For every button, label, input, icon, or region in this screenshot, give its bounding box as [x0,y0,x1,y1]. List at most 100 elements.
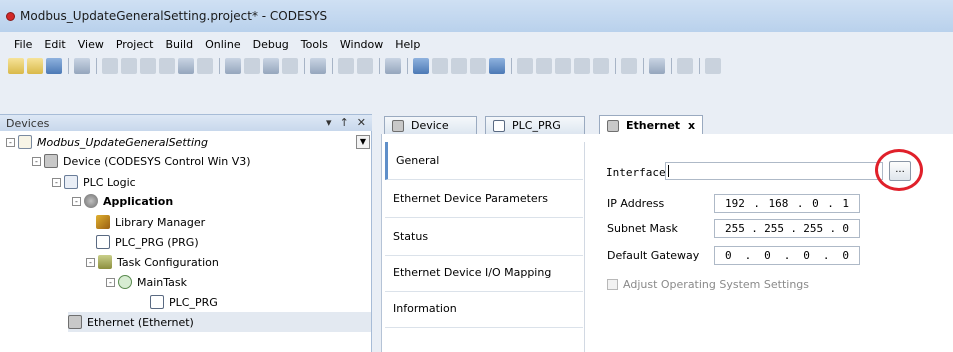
tab-ethernet[interactable]: Ethernet x [599,115,703,135]
collapse-icon[interactable]: - [72,196,81,206]
undo-icon[interactable] [102,58,118,74]
step-over-icon[interactable] [517,58,533,74]
find-icon[interactable] [225,58,241,74]
menu-tools[interactable]: Tools [295,38,334,51]
collapse-icon[interactable]: - [6,137,15,147]
menu-file[interactable]: File [8,38,38,51]
tree-item-library-manager[interactable]: Library Manager [96,212,205,232]
ip-address-field[interactable]: 192. 168. 0. 1 [714,194,860,213]
toolbar-separator [332,58,333,74]
tree-item-application[interactable]: - Application [72,191,173,211]
ip-dot: . [827,197,834,210]
delete-icon[interactable] [197,58,213,74]
step-out-icon[interactable] [555,58,571,74]
side-tab-ethernet-device-parameters[interactable]: Ethernet Device Parameters [385,180,583,218]
collapse-icon[interactable]: - [52,177,61,187]
device-icon [607,119,619,132]
tree-item-plc-logic[interactable]: - PLC Logic [52,172,136,192]
redo-icon[interactable] [121,58,137,74]
menu-view[interactable]: View [72,38,110,51]
stop-icon[interactable] [470,58,486,74]
tree-item-device[interactable]: - Device (CODESYS Control Win V3) [32,151,251,171]
tree-item-task-configuration[interactable]: - Task Configuration [86,252,219,272]
ip-octet: 0 [725,249,732,262]
device-icon [68,315,82,329]
write-values-icon[interactable] [621,58,637,74]
new-project-icon[interactable] [8,58,24,74]
subnet-mask-field[interactable]: 255. 255. 255. 0 [714,219,860,238]
side-tabs-divider [584,142,585,352]
default-gateway-label: Default Gateway [607,249,700,262]
menu-build[interactable]: Build [159,38,199,51]
menu-help[interactable]: Help [389,38,426,51]
collapse-icon[interactable]: - [86,257,95,267]
menu-window[interactable]: Window [334,38,389,51]
breakpoint-icon[interactable] [593,58,609,74]
menu-edit[interactable]: Edit [38,38,71,51]
side-tab-label: Status [393,230,429,243]
open-project-icon[interactable] [27,58,43,74]
menu-project[interactable]: Project [110,38,160,51]
tree-item-maintask-plc-prg[interactable]: PLC_PRG [150,292,218,312]
tree-item-maintask[interactable]: - MainTask [106,272,187,292]
device-icon [44,154,58,168]
application-icon [84,194,98,208]
select-all-icon[interactable] [310,58,326,74]
tab-plc-prg[interactable]: PLC_PRG [485,116,585,134]
side-tab-status[interactable]: Status [385,218,583,256]
start-icon[interactable] [451,58,467,74]
run-to-cursor-icon[interactable] [574,58,590,74]
save-icon[interactable] [46,58,62,74]
side-tab-information[interactable]: Information [385,290,583,328]
project-icon [18,135,32,149]
toolbar-separator [68,58,69,74]
cut-icon[interactable] [140,58,156,74]
unforce-icon[interactable] [677,58,693,74]
program-icon [96,235,110,249]
tree-item-label: Library Manager [115,215,206,229]
find-previous-icon[interactable] [282,58,298,74]
collapse-icon[interactable]: - [106,277,115,287]
default-gateway-field[interactable]: 0. 0. 0. 0 [714,246,860,265]
tree-item-project[interactable]: - Modbus_UpdateGeneralSetting [6,132,208,152]
print-icon[interactable] [74,58,90,74]
side-tab-label: General [396,154,440,167]
pin-icon[interactable]: ↑ [340,116,349,129]
tree-item-label: Modbus_UpdateGeneralSetting [37,135,208,149]
close-icon[interactable]: x [688,119,695,132]
interface-input[interactable] [665,162,883,180]
edit-icon[interactable] [705,58,721,74]
add-folder-icon[interactable] [357,58,373,74]
toolbar-separator [379,58,380,74]
copy-icon[interactable] [159,58,175,74]
side-tab-io-mapping[interactable]: Ethernet Device I/O Mapping [385,254,583,292]
adjust-os-settings[interactable]: Adjust Operating System Settings [607,278,809,291]
toolbar-separator [304,58,305,74]
adjust-os-settings-checkbox[interactable] [607,279,618,290]
logout-icon[interactable] [432,58,448,74]
tree-item-ethernet[interactable]: Ethernet (Ethernet) [68,312,371,332]
close-icon[interactable]: ✕ [357,116,366,129]
chevron-down-icon[interactable]: ▾ [326,116,332,129]
menu-online[interactable]: Online [199,38,246,51]
add-object-icon[interactable] [338,58,354,74]
replace-icon[interactable] [244,58,260,74]
paste-icon[interactable] [178,58,194,74]
interface-label: Interface: [606,166,673,179]
ip-octet: 0 [812,197,819,210]
tab-device[interactable]: Device [384,116,477,134]
reset-icon[interactable] [489,58,505,74]
build-icon[interactable] [385,58,401,74]
login-icon[interactable] [413,58,429,74]
library-icon [96,215,110,229]
side-tab-general[interactable]: General [385,142,583,180]
ip-octet: 255 [764,222,784,235]
collapse-icon[interactable]: - [32,156,41,166]
devices-dropdown-button[interactable]: ▼ [356,135,370,149]
step-into-icon[interactable] [536,58,552,74]
force-values-icon[interactable] [649,58,665,74]
find-next-icon[interactable] [263,58,279,74]
highlight-circle [875,149,923,191]
tree-item-plc-prg[interactable]: PLC_PRG (PRG) [96,232,199,252]
menu-debug[interactable]: Debug [247,38,295,51]
